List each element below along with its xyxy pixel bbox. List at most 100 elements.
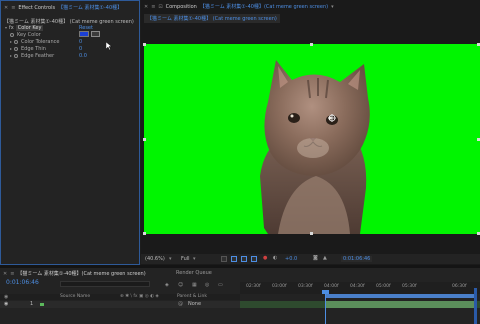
exposure-icon[interactable]: ◐ — [273, 255, 277, 261]
lock-icon[interactable]: ⊡ — [158, 4, 162, 10]
transform-handle[interactable] — [143, 138, 146, 141]
effect-controls-source: 【猫ミーム 素材集①-40種】 — [58, 5, 123, 11]
channel-icon[interactable]: ● — [263, 255, 267, 261]
exposure-value[interactable]: +0.0 — [285, 256, 297, 262]
ruler-tick: 04:00f — [324, 284, 339, 289]
visibility-header-icon: ◉ — [4, 294, 9, 300]
reset-link[interactable]: Reset — [79, 25, 93, 31]
viewer-timecode[interactable]: 0:01:06:46 — [341, 256, 373, 262]
effect-controls-panel: ✕ ≡ Effect Controls 【猫ミーム 素材集①-40種】 【猫ミー… — [0, 0, 140, 265]
ruler-tick: 03:30f — [298, 284, 313, 289]
region-of-interest-icon[interactable] — [221, 256, 227, 262]
panel-menu-icon[interactable]: ≡ — [10, 271, 14, 277]
property-label: Color Tolerance — [21, 38, 60, 45]
timeline-tab[interactable]: ✕ ≡ 【猫ミーム 素材集①-40種】 (Cat meme green scre… — [3, 270, 146, 278]
property-value[interactable]: 0 — [79, 39, 82, 45]
stopwatch-icon[interactable] — [14, 46, 18, 51]
timeline-comp-name: 【猫ミーム 素材集①-40種】 — [17, 271, 82, 277]
property-row-edge-feather[interactable]: Edge Feather 0.0 — [1, 52, 139, 59]
parent-dropdown[interactable]: None — [188, 301, 201, 307]
transform-handle[interactable] — [310, 232, 313, 235]
timeline-timecode[interactable]: 0:01:06:46 — [6, 279, 39, 286]
render-queue-tab[interactable]: Render Queue — [176, 270, 212, 276]
motion-blur-icon[interactable]: ◎ — [205, 282, 209, 288]
viewer-toolbar — [141, 254, 480, 264]
layer-label-color[interactable] — [40, 303, 44, 306]
end-marker[interactable] — [474, 288, 477, 324]
panel-menu-icon[interactable]: ≡ — [151, 4, 155, 10]
timeline-layer-name: (Cat meme green screen) — [81, 270, 146, 277]
composition-viewer[interactable] — [144, 44, 480, 234]
composition-panel: ✕ ≡ ⊡ Composition 【猫ミーム 素材集①-40種】 (Cat m… — [141, 0, 480, 265]
property-row-key-color[interactable]: Key Color — [1, 31, 139, 38]
close-icon[interactable]: ✕ — [4, 5, 8, 11]
ruler-tick: 04:30f — [350, 284, 365, 289]
composition-layer: (Cat meme green screen) — [263, 3, 329, 10]
switches-header: ⊕ ✱ \ fx ▣ ◎ ◐ ◈ — [120, 294, 159, 299]
composition-breadcrumb[interactable]: 【猫ミーム 素材集①-40種】 (Cat meme green screen) — [144, 14, 280, 23]
effect-name: Color Key — [15, 24, 44, 31]
composition-tab[interactable]: ✕ ≡ ⊡ Composition 【猫ミーム 素材集①-40種】 (Cat m… — [144, 3, 334, 11]
ruler-tick: 02:30f — [246, 284, 261, 289]
graph-editor-icon[interactable]: ▭ — [218, 282, 223, 288]
composition-title: Composition — [165, 3, 197, 10]
layer-number: 1 — [30, 301, 34, 307]
frame-blend-icon[interactable]: ▦ — [192, 282, 197, 288]
ruler-tick: 05:30f — [402, 284, 417, 289]
breadcrumb-comp[interactable]: 【猫ミーム 素材集①-40種】 — [147, 16, 211, 22]
shy-icon[interactable]: ☺ — [178, 282, 183, 288]
mask-visibility-icon[interactable] — [241, 256, 247, 262]
work-area-bar[interactable] — [325, 294, 475, 298]
effect-controls-tab[interactable]: ✕ ≡ Effect Controls 【猫ミーム 素材集①-40種】 — [4, 4, 123, 12]
layer-duration-bar[interactable] — [325, 301, 475, 308]
composition-source: 【猫ミーム 素材集①-40種】 — [199, 4, 264, 10]
mouse-cursor-icon — [106, 42, 112, 51]
ruler-tick: 03:00f — [272, 284, 287, 289]
close-icon[interactable]: ✕ — [3, 271, 7, 277]
panel-menu-icon[interactable]: ≡ — [11, 5, 15, 11]
chevron-down-icon[interactable]: ▾ — [331, 4, 334, 10]
transparency-grid-icon[interactable] — [231, 256, 237, 262]
property-value[interactable]: 0.0 — [79, 53, 87, 59]
stopwatch-icon[interactable] — [14, 53, 18, 58]
snapshot-icon[interactable]: ◙ — [313, 255, 318, 261]
effect-row-color-key[interactable]: fx Color Key Reset — [1, 24, 139, 31]
breadcrumb-layer[interactable]: (Cat meme green screen) — [213, 16, 277, 22]
parent-link-header[interactable]: Parent & Link — [177, 294, 207, 299]
resolution-dropdown[interactable]: Full — [181, 256, 190, 262]
timeline-panel: ✕ ≡ 【猫ミーム 素材集①-40種】 (Cat meme green scre… — [0, 268, 480, 324]
timeline-search-input[interactable] — [60, 281, 150, 287]
property-row-color-tolerance[interactable]: Color Tolerance 0 — [1, 38, 139, 45]
property-label: Edge Feather — [21, 52, 55, 59]
show-snapshot-icon[interactable]: ▲ — [323, 255, 327, 261]
layer-row[interactable] — [0, 301, 240, 308]
expand-arrow-icon[interactable] — [10, 54, 12, 57]
grid-guides-icon[interactable] — [251, 256, 257, 262]
pickwhip-icon[interactable]: @ — [178, 301, 183, 307]
close-icon[interactable]: ✕ — [144, 4, 148, 10]
chevron-down-icon[interactable]: ▾ — [193, 256, 196, 262]
chevron-down-icon[interactable]: ▾ — [169, 256, 172, 262]
playhead-handle[interactable] — [322, 290, 329, 294]
fx-icon[interactable]: fx — [9, 25, 14, 31]
playhead[interactable] — [325, 290, 326, 324]
effect-controls-title: Effect Controls — [18, 4, 56, 11]
property-label: Edge Thin — [21, 45, 46, 52]
expand-arrow-icon[interactable] — [10, 47, 12, 50]
eyedropper-icon[interactable] — [91, 31, 100, 37]
property-row-edge-thin[interactable]: Edge Thin 0 — [1, 45, 139, 52]
cat-image — [260, 60, 370, 234]
draft-3d-icon[interactable]: ◈ — [165, 282, 169, 288]
transform-handle[interactable] — [310, 43, 313, 46]
magnification-dropdown[interactable]: (40.6%) — [145, 256, 165, 262]
property-value[interactable]: 0 — [79, 46, 82, 52]
key-color-swatch[interactable] — [79, 31, 89, 37]
transform-handle[interactable] — [143, 43, 146, 46]
expand-arrow-icon[interactable] — [10, 40, 12, 43]
stopwatch-icon[interactable] — [14, 39, 18, 44]
expand-arrow-icon[interactable] — [5, 26, 7, 29]
stopwatch-icon[interactable] — [10, 32, 14, 37]
visibility-eye-icon[interactable]: ◉ — [4, 301, 8, 307]
source-name-header[interactable]: Source Name — [60, 294, 90, 299]
transform-handle[interactable] — [143, 232, 146, 235]
